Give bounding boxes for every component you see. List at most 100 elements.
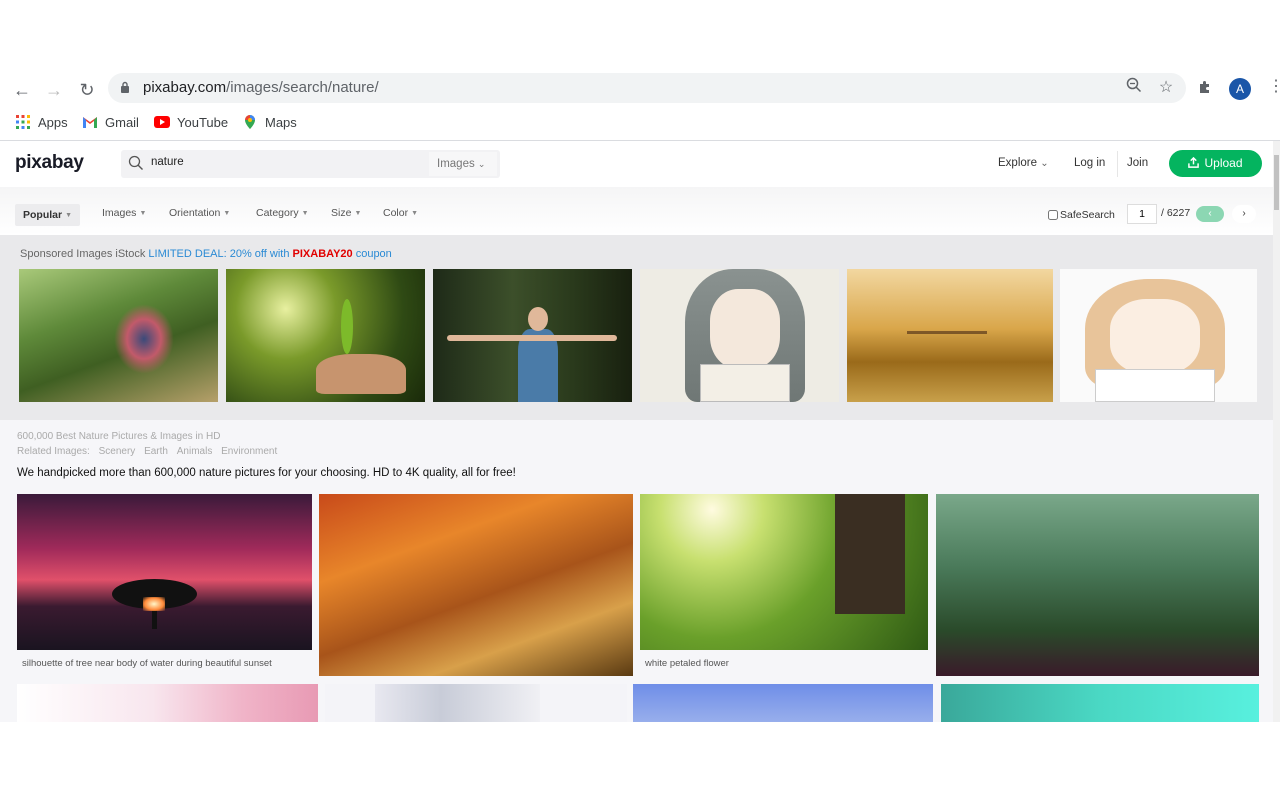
related-tag[interactable]: Environment: [221, 446, 277, 457]
site-header: pixabay Images ⌄ Explore ⌄ Log in Join U…: [0, 141, 1280, 187]
safesearch-label: SafeSearch: [1060, 209, 1115, 221]
search-type-label: Images: [437, 158, 475, 170]
sponsored-banner[interactable]: Sponsored Images iStock LIMITED DEAL: 20…: [20, 248, 392, 260]
caret-down-icon: ▼: [411, 210, 419, 217]
filter-bar: Popular ▼ Images ▼ Orientation ▼ Category ▼ …: [0, 187, 1280, 235]
result-image[interactable]: [17, 494, 312, 650]
coupon-code: PIXABAY20: [292, 248, 353, 260]
zoom-out-icon[interactable]: [1123, 77, 1145, 99]
search-type-dropdown[interactable]: Images ⌄: [429, 152, 497, 176]
chevron-down-icon: ⌄: [1040, 158, 1049, 169]
sponsored-image[interactable]: [640, 269, 839, 402]
bottom-blank: [0, 722, 1280, 800]
upload-button[interactable]: Upload: [1169, 150, 1262, 177]
explore-menu[interactable]: Explore ⌄: [998, 157, 1049, 169]
bookmark-label: YouTube: [177, 114, 229, 130]
related-images: Related Images: Scenery Earth Animals En…: [17, 446, 277, 457]
result-image[interactable]: [640, 494, 928, 650]
filter-size[interactable]: Size ▼: [331, 207, 361, 219]
filter-orientation[interactable]: Orientation ▼: [169, 207, 230, 219]
result-image[interactable]: [375, 684, 540, 722]
page-number-input[interactable]: [1127, 204, 1157, 224]
filter-label: Orientation: [169, 207, 221, 219]
results-heading: 600,000 Best Nature Pictures & Images in…: [17, 431, 221, 442]
prev-page-button[interactable]: ‹: [1196, 206, 1224, 222]
next-page-button[interactable]: ›: [1232, 205, 1256, 223]
related-tag[interactable]: Animals: [177, 446, 213, 457]
result-card[interactable]: [941, 684, 1259, 722]
caret-down-icon: ▼: [301, 210, 309, 217]
result-image[interactable]: [17, 684, 318, 722]
result-card[interactable]: [17, 684, 318, 722]
result-image[interactable]: [936, 494, 1259, 676]
back-button[interactable]: ←: [10, 78, 34, 102]
sponsored-image[interactable]: [19, 269, 218, 402]
safesearch-toggle[interactable]: SafeSearch: [1048, 209, 1115, 221]
join-link[interactable]: Join: [1127, 157, 1148, 169]
apps-grid-icon: [16, 115, 30, 129]
sponsored-section: Sponsored Images iStock LIMITED DEAL: 20…: [0, 235, 1280, 420]
pixabay-logo[interactable]: pixabay: [15, 152, 84, 174]
chevron-down-icon: ⌄: [477, 159, 486, 169]
caret-down-icon: ▼: [65, 212, 73, 219]
header-divider: [1117, 151, 1118, 177]
search-bar: Images ⌄: [121, 150, 500, 178]
bookmark-label: Gmail: [105, 114, 139, 130]
bookmark-gmail[interactable]: Gmail: [82, 114, 139, 130]
related-label: Related Images:: [17, 446, 90, 457]
bookmark-apps[interactable]: Apps: [15, 114, 68, 130]
result-card[interactable]: [633, 684, 933, 722]
gmail-icon: [83, 117, 97, 128]
filter-label: Size: [331, 207, 352, 219]
scroll-thumb[interactable]: [1274, 155, 1279, 210]
browser-toolbar: ← → ↻ pixabay.com/images/search/nature/ …: [0, 70, 1280, 108]
filter-color[interactable]: Color ▼: [383, 207, 418, 219]
result-card[interactable]: silhouette of tree near body of water du…: [17, 494, 312, 669]
search-input[interactable]: [151, 156, 411, 168]
search-icon[interactable]: [128, 155, 144, 171]
result-card[interactable]: [325, 684, 627, 722]
forward-button[interactable]: →: [42, 78, 66, 102]
filter-category[interactable]: Category ▼: [256, 207, 309, 219]
kebab-menu-icon[interactable]: ⋮: [1268, 79, 1280, 95]
caret-down-icon: ▼: [223, 210, 231, 217]
result-image[interactable]: [941, 684, 1259, 722]
bookmark-maps[interactable]: Maps: [242, 114, 297, 130]
result-card[interactable]: white petaled flower: [640, 494, 928, 669]
bookmark-star-icon[interactable]: ☆: [1155, 77, 1177, 99]
result-image[interactable]: [633, 684, 933, 722]
bookmarks-bar: Apps Gmail YouTube Maps: [0, 110, 1280, 138]
filter-label: Images: [102, 207, 137, 219]
result-card[interactable]: [936, 494, 1259, 676]
login-link[interactable]: Log in: [1074, 157, 1105, 169]
page-scrollbar[interactable]: [1273, 141, 1280, 722]
extensions-puzzle-icon[interactable]: [1197, 79, 1213, 100]
bookmark-youtube[interactable]: YouTube: [154, 114, 228, 130]
filter-label: Color: [383, 207, 409, 219]
sponsored-image[interactable]: [226, 269, 425, 402]
address-bar[interactable]: pixabay.com/images/search/nature/ ☆: [108, 73, 1186, 103]
youtube-icon: [154, 116, 170, 128]
result-image[interactable]: [319, 494, 633, 676]
result-card[interactable]: [319, 494, 633, 676]
bookmark-label: Maps: [265, 114, 297, 130]
sponsored-image[interactable]: [847, 269, 1053, 402]
result-caption: silhouette of tree near body of water du…: [22, 658, 272, 669]
profile-avatar[interactable]: A: [1229, 78, 1251, 100]
related-tag[interactable]: Earth: [144, 446, 168, 457]
url-text[interactable]: pixabay.com/images/search/nature/: [143, 79, 379, 96]
sponsored-image[interactable]: [433, 269, 632, 402]
safesearch-checkbox[interactable]: [1048, 210, 1058, 220]
filter-popular[interactable]: Popular ▼: [15, 204, 81, 226]
filter-label: Category: [256, 207, 299, 219]
upload-label: Upload: [1204, 156, 1243, 170]
filter-images[interactable]: Images ▼: [102, 207, 146, 219]
sponsored-label: Sponsored Images iStock: [20, 248, 146, 260]
related-tag[interactable]: Scenery: [99, 446, 136, 457]
lock-icon: [121, 81, 129, 93]
page-total: / 6227: [1161, 207, 1191, 219]
bookmark-label: Apps: [38, 114, 68, 130]
reload-button[interactable]: ↻: [75, 78, 99, 102]
sponsored-image[interactable]: [1060, 269, 1257, 402]
maps-pin-icon: [245, 115, 255, 129]
